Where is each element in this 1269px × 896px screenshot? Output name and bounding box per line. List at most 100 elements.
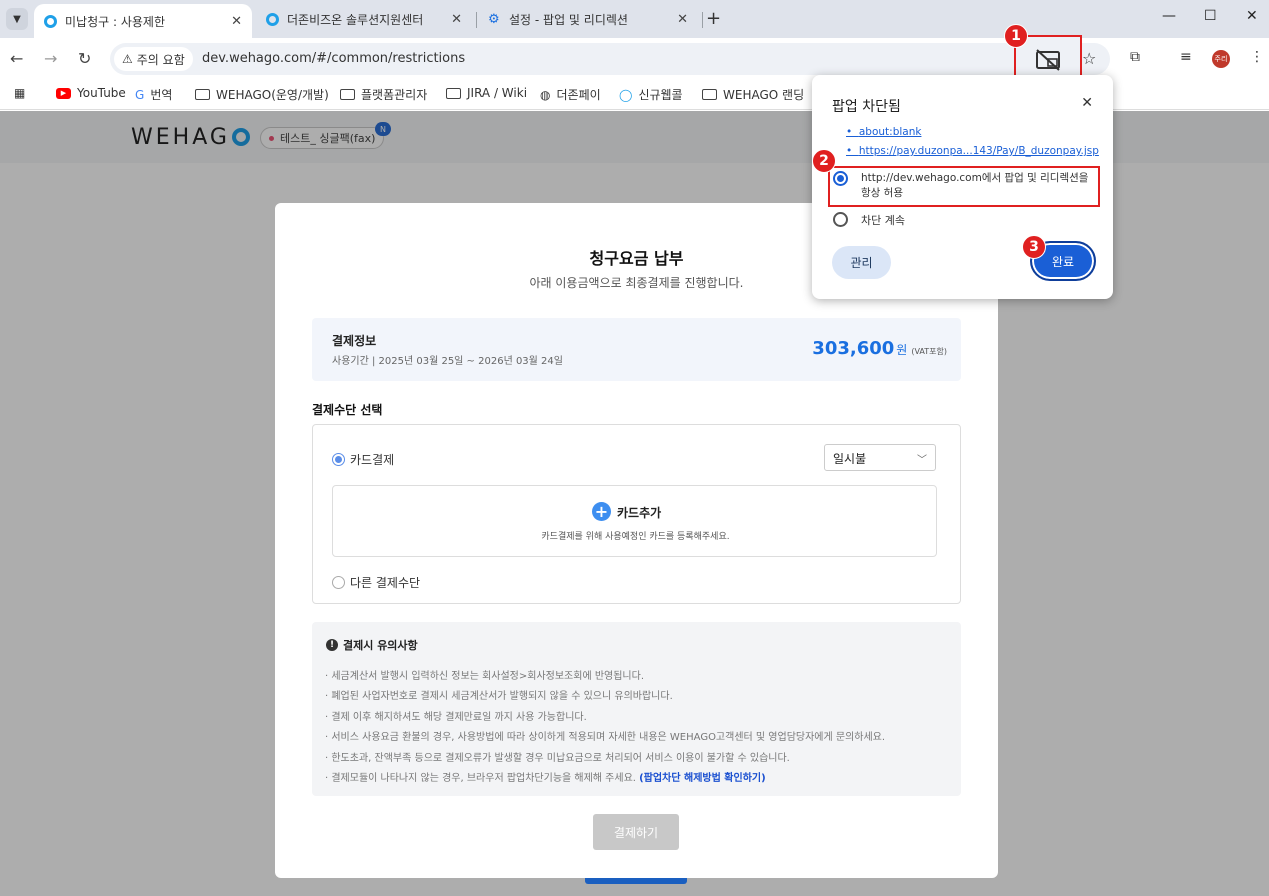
payment-info-title: 결제정보 (332, 334, 377, 348)
close-icon[interactable]: ✕ (677, 12, 688, 27)
usage-period: 사용기간 | 2025년 03월 25일 ~ 2026년 03월 24일 (332, 356, 563, 367)
globe-icon: ◍ (540, 87, 551, 102)
list-item: · 세금계산서 발행시 입력하신 정보는 회사설정>회사정보조회에 반영됩니다. (325, 671, 645, 682)
apps-grid-icon[interactable]: ▦ (14, 86, 25, 100)
bookmark-translate[interactable]: G 번역 (135, 86, 172, 103)
close-icon[interactable]: ✕ (231, 14, 242, 29)
popup-blocked-bubble: 팝업 차단됨 ✕ • about:blank • https://pay.duz… (812, 75, 1113, 299)
pay-button[interactable]: 결제하기 (593, 814, 679, 850)
exclamation-icon: ! (326, 639, 338, 651)
tab-divider (476, 12, 477, 28)
page-confirm-button[interactable] (585, 878, 687, 884)
bookmark-star-icon[interactable]: ☆ (1082, 49, 1096, 68)
keep-blocking-radio[interactable] (833, 212, 848, 227)
tab-support-center[interactable]: 더존비즈온 솔루션지원센터 ✕ (256, 4, 472, 34)
extensions-icon[interactable]: ⧉ (1130, 49, 1140, 65)
allow-popups-radio[interactable] (833, 171, 848, 186)
tab-divider (702, 12, 703, 28)
list-item: · 서비스 사용요금 환불의 경우, 사용방법에 따라 상이하게 적용되며 자세… (325, 732, 886, 744)
list-item: · 결제모듈이 나타나지 않는 경우, 브라우저 팝업차단기능을 해제해 주세요… (325, 769, 885, 789)
payment-method-box: 카드결제 일시불 ﹀ + 카드추가 카드결제를 위해 사용예정인 카드를 등록해… (312, 424, 961, 604)
security-chip-label: 주의 요함 (136, 52, 185, 67)
list-item: · 결제 이후 해지하셔도 해당 결제만료일 까지 사용 가능합니다. (325, 711, 587, 723)
close-icon[interactable]: ✕ (1081, 95, 1093, 111)
gear-icon: ⚙ (488, 11, 500, 27)
bubble-title: 팝업 차단됨 (832, 99, 901, 115)
step-marker-1: 1 (1004, 24, 1028, 48)
tab-title: 미납청구 : 사용제한 (65, 14, 165, 29)
list-item: · 한도초과, 잔액부족 등으로 결제오류가 발생할 경우 미납요금으로 처리되… (325, 752, 790, 764)
chevron-down-icon: ▼ (13, 13, 21, 25)
address-bar[interactable]: ⚠ 주의 요함 dev.wehago.com/#/common/restrict… (110, 43, 1110, 75)
tab-title: 더존비즈온 솔루션지원센터 (287, 12, 424, 27)
new-tab-button[interactable]: + (706, 8, 721, 29)
bookmark-wehago-landing[interactable]: WEHAGO 랜딩 (702, 86, 804, 103)
blocked-link-text: about:blank (858, 126, 922, 138)
list-item: · 폐업된 사업자번호로 결제시 세금계산서가 발행되지 않을 수 있으니 유의… (325, 691, 673, 703)
payment-method-label: 결제수단 선택 (312, 403, 383, 417)
wehago-favicon-icon (266, 12, 279, 26)
manage-button[interactable]: 관리 (832, 246, 891, 279)
radio-unchecked-icon (332, 576, 345, 589)
bookmark-youtube[interactable]: ▶ YouTube (56, 86, 126, 100)
installment-value: 일시불 (833, 452, 867, 466)
card-payment-label: 카드결제 (350, 453, 395, 467)
minimize-button[interactable]: — (1162, 8, 1176, 24)
card-payment-radio[interactable]: 카드결제 (332, 451, 394, 468)
add-card-label: 카드추가 (617, 506, 662, 520)
blocked-popup-link[interactable]: • about:blank (846, 126, 921, 138)
tab-search-button[interactable]: ▼ (6, 8, 28, 30)
add-card-description: 카드결제를 위해 사용예정인 카드를 등록해주세요. (541, 532, 730, 542)
bookmark-label: 신규웹콜 (638, 88, 683, 102)
allow-popups-label[interactable]: http://dev.wehago.com에서 팝업 및 리디렉션을 항상 허용 (861, 171, 1096, 201)
close-icon[interactable]: ✕ (451, 12, 462, 27)
radio-checked-icon (332, 453, 345, 466)
window-close-button[interactable]: ✕ (1246, 8, 1258, 24)
maximize-button[interactable]: ☐ (1204, 8, 1217, 24)
tab-settings[interactable]: ⚙ 설정 - 팝업 및 리디렉션 ✕ (478, 4, 698, 34)
other-payment-label: 다른 결제수단 (350, 576, 421, 590)
bookmark-label: WEHAGO 랜딩 (723, 88, 805, 102)
back-button[interactable]: ← (10, 49, 23, 68)
folder-icon (702, 89, 717, 100)
add-card-button[interactable]: + 카드추가 카드결제를 위해 사용예정인 카드를 등록해주세요. (332, 485, 937, 557)
avatar-label: 주리 (1214, 55, 1228, 63)
bookmark-label: YouTube (77, 86, 126, 100)
plus-icon: + (592, 502, 611, 521)
other-payment-radio[interactable]: 다른 결제수단 (332, 574, 420, 591)
bookmark-wehago[interactable]: WEHAGO(운영/개발) (195, 86, 329, 103)
step-marker-3: 3 (1022, 235, 1046, 259)
payment-info-box: 결제정보 사용기간 | 2025년 03월 25일 ~ 2026년 03월 24… (312, 318, 961, 381)
tab-restrictions[interactable]: 미납청구 : 사용제한 ✕ (34, 4, 252, 38)
media-controls-icon[interactable]: ≡ (1180, 49, 1192, 65)
more-menu-icon[interactable]: ⋮ (1250, 49, 1264, 65)
tab-title: 설정 - 팝업 및 리디렉션 (509, 12, 628, 27)
payment-amount: 303,600 원 (VAT포함) (812, 338, 947, 359)
folder-icon (195, 89, 210, 100)
bookmark-jira[interactable]: JIRA / Wiki (446, 86, 527, 100)
warning-triangle-icon: ⚠ (122, 52, 133, 66)
forward-button[interactable]: → (44, 49, 57, 68)
bookmark-label: 더존페이 (556, 88, 601, 102)
folder-icon (340, 89, 355, 100)
amount-currency: 원 (896, 343, 908, 357)
installment-select[interactable]: 일시불 ﹀ (824, 444, 936, 471)
security-warning-chip[interactable]: ⚠ 주의 요함 (114, 47, 193, 71)
bookmark-label: JIRA / Wiki (467, 86, 528, 100)
bookmark-label: 번역 (150, 88, 173, 102)
bookmark-webcall[interactable]: ◯ 신규웹콜 (619, 86, 683, 103)
translate-icon: G (135, 87, 145, 102)
notice-last-text: · 결제모듈이 나타나지 않는 경우, 브라우저 팝업차단기능을 해제해 주세요… (325, 772, 636, 784)
payment-notice-box: ! 결제시 유의사항 · 세금계산서 발행시 입력하신 정보는 회사설정>회사정… (312, 622, 961, 796)
bookmark-platform-admin[interactable]: 플랫폼관리자 (340, 86, 427, 103)
blocked-popup-link[interactable]: • https://pay.duzonpa...143/Pay/B_duzonp… (846, 145, 1099, 157)
folder-icon (446, 87, 461, 99)
avatar[interactable]: 주리 (1212, 50, 1230, 68)
bookmark-label: 플랫폼관리자 (361, 88, 428, 102)
bookmark-duzonpay[interactable]: ◍ 더존페이 (540, 86, 601, 103)
ring-icon: ◯ (619, 87, 633, 102)
keep-blocking-label[interactable]: 차단 계속 (861, 212, 905, 228)
url-text[interactable]: dev.wehago.com/#/common/restrictions (202, 51, 465, 66)
popup-help-link[interactable]: (팝업차단 해제방법 확인하기) (639, 773, 766, 784)
reload-button[interactable]: ↻ (78, 49, 91, 68)
